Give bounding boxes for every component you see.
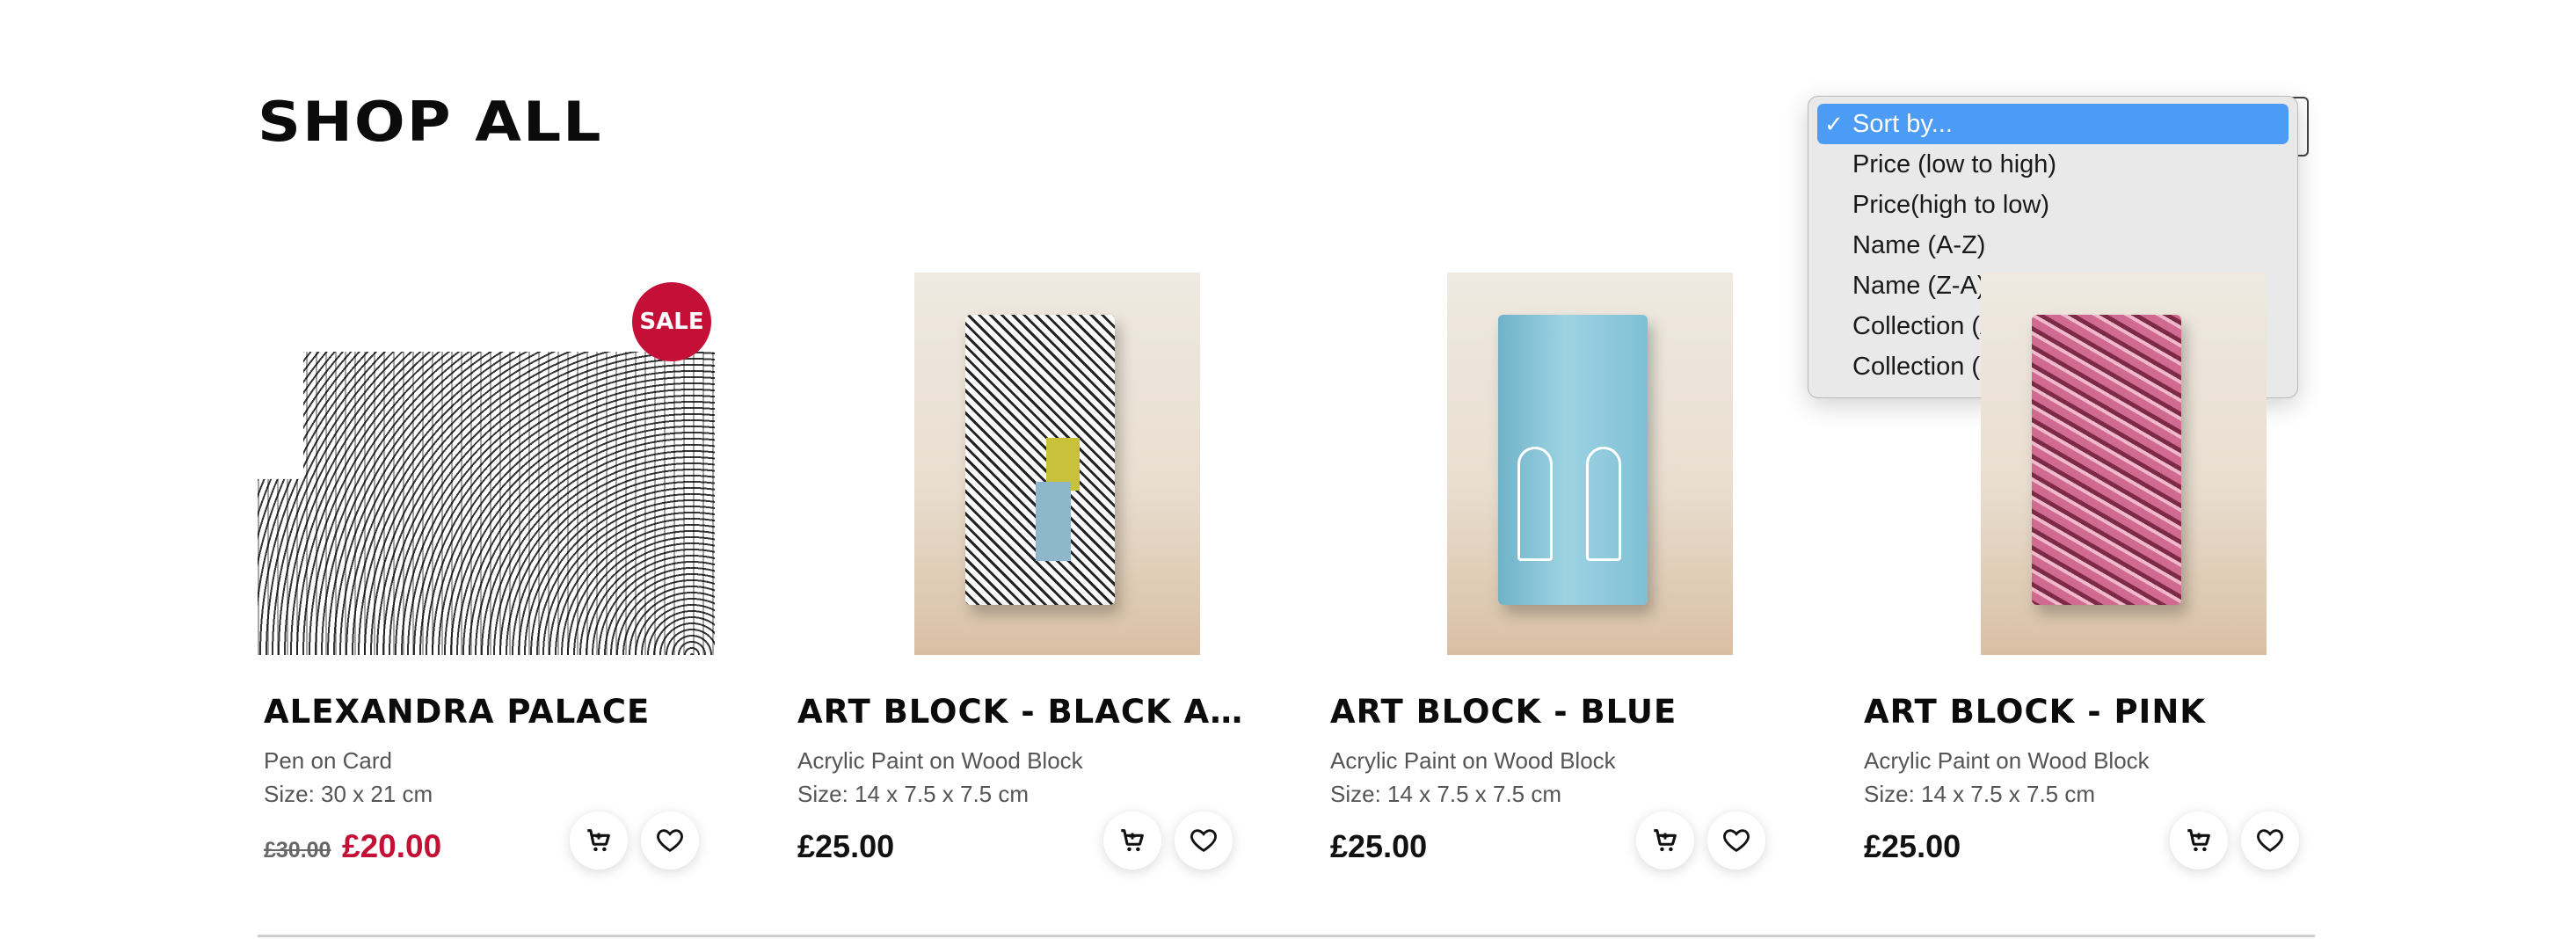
product-medium: Acrylic Paint on Wood Block bbox=[797, 747, 1083, 774]
pen-drawing-texture bbox=[258, 352, 715, 655]
product-card[interactable]: ART BLOCK - BLACK AND... Acrylic Paint o… bbox=[791, 273, 1266, 879]
product-medium: Pen on Card bbox=[264, 747, 392, 774]
product-photo bbox=[1447, 273, 1733, 655]
product-name[interactable]: ART BLOCK - PINK bbox=[1864, 693, 2321, 731]
cart-icon bbox=[1654, 829, 1677, 852]
cart-icon bbox=[587, 829, 610, 852]
add-to-wishlist-button[interactable] bbox=[2241, 812, 2299, 870]
product-card[interactable]: ART BLOCK - BLUE Acrylic Paint on Wood B… bbox=[1324, 273, 1799, 879]
product-price: £25.00 bbox=[797, 828, 895, 864]
add-to-cart-button[interactable] bbox=[1103, 812, 1161, 870]
product-size: Size: 14 x 7.5 x 7.5 cm bbox=[1864, 781, 2096, 807]
product-price: £25.00 bbox=[1330, 828, 1428, 864]
art-block-blue bbox=[1498, 315, 1648, 605]
add-to-cart-button[interactable] bbox=[1636, 812, 1694, 870]
product-image[interactable]: SALE bbox=[258, 273, 715, 655]
product-price: £25.00 bbox=[1864, 828, 1961, 864]
cart-icon bbox=[1121, 829, 1144, 852]
product-image[interactable] bbox=[1858, 273, 2315, 655]
art-block-pink bbox=[2032, 315, 2181, 605]
product-grid: SALE ALEXANDRA PALACE Pen on Card Size: … bbox=[258, 273, 2315, 879]
art-block-black-white bbox=[965, 315, 1115, 605]
product-card[interactable]: ART BLOCK - PINK Acrylic Paint on Wood B… bbox=[1858, 273, 2332, 879]
heart-icon bbox=[2257, 829, 2283, 852]
product-size: Size: 14 x 7.5 x 7.5 cm bbox=[797, 781, 1030, 807]
product-size: Size: 14 x 7.5 x 7.5 cm bbox=[1330, 781, 1562, 807]
add-to-wishlist-button[interactable] bbox=[1707, 812, 1765, 870]
sort-option-price-low-high[interactable]: Price (low to high) bbox=[1817, 144, 2289, 185]
product-image[interactable] bbox=[791, 273, 1248, 655]
checkmark-icon: ✓ bbox=[1824, 111, 1844, 137]
product-name[interactable]: ALEXANDRA PALACE bbox=[264, 693, 721, 731]
product-photo bbox=[1981, 273, 2267, 655]
figure-drawing bbox=[1586, 447, 1621, 561]
add-to-wishlist-button[interactable] bbox=[1175, 812, 1233, 870]
original-price: £30.00 bbox=[264, 838, 331, 863]
add-to-cart-button[interactable] bbox=[570, 812, 628, 870]
page-title: SHOP ALL bbox=[258, 91, 603, 155]
cart-icon bbox=[2187, 829, 2210, 852]
section-divider bbox=[258, 935, 2315, 937]
add-to-cart-button[interactable] bbox=[2170, 812, 2228, 870]
heart-icon bbox=[657, 829, 683, 852]
sort-option-price-high-low[interactable]: Price(high to low) bbox=[1817, 185, 2289, 225]
heart-icon bbox=[1723, 829, 1750, 852]
heart-icon bbox=[1190, 829, 1217, 852]
figure-drawing bbox=[1517, 447, 1553, 561]
product-medium: Acrylic Paint on Wood Block bbox=[1330, 747, 1616, 774]
sort-option-default[interactable]: ✓ Sort by... bbox=[1817, 104, 2289, 144]
product-image[interactable] bbox=[1324, 273, 1781, 655]
product-photo bbox=[914, 273, 1200, 655]
product-card[interactable]: SALE ALEXANDRA PALACE Pen on Card Size: … bbox=[258, 273, 732, 879]
blue-panel bbox=[1036, 482, 1071, 561]
sale-price: £20.00 bbox=[342, 828, 442, 864]
sale-badge: SALE bbox=[632, 282, 711, 361]
product-medium: Acrylic Paint on Wood Block bbox=[1864, 747, 2150, 774]
sort-option-name-az[interactable]: Name (A-Z) bbox=[1817, 225, 2289, 266]
product-name[interactable]: ART BLOCK - BLACK AND... bbox=[797, 693, 1255, 731]
product-size: Size: 30 x 21 cm bbox=[264, 781, 433, 807]
add-to-wishlist-button[interactable] bbox=[641, 812, 699, 870]
product-name[interactable]: ART BLOCK - BLUE bbox=[1330, 693, 1787, 731]
